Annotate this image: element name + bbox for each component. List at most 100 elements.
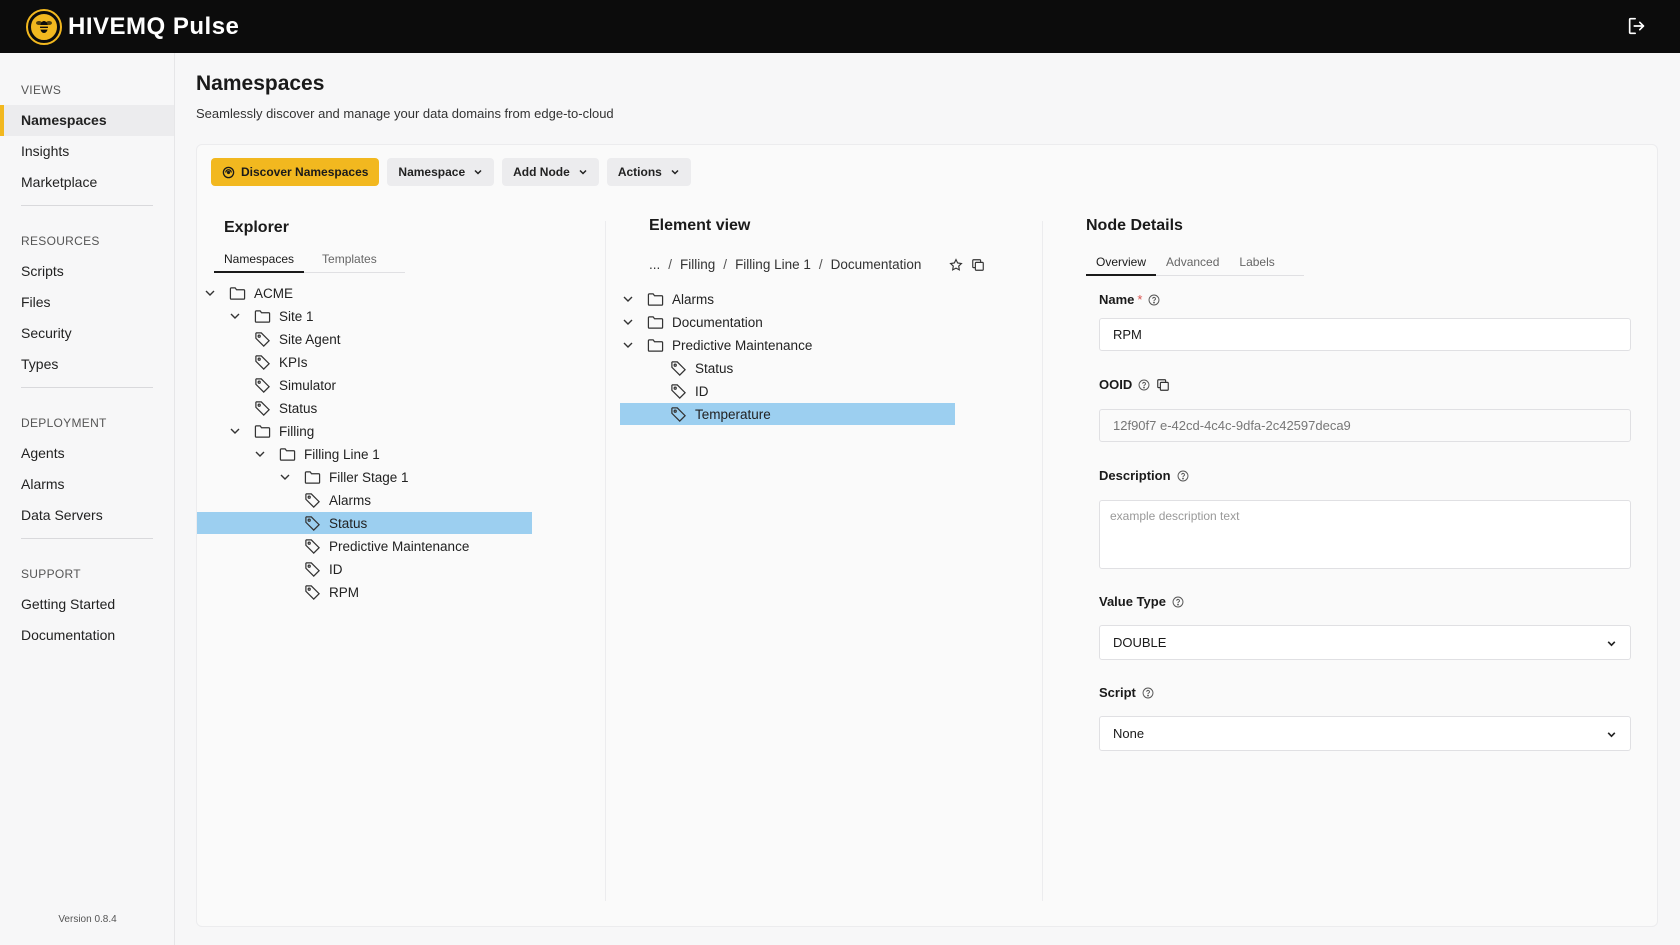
sidebar-item-files[interactable]: Files: [0, 287, 174, 318]
sidebar-section-deployment: DEPLOYMENT: [21, 416, 107, 430]
value-type-field-label: Value Type: [1099, 594, 1184, 609]
version-label: Version 0.8.4: [58, 914, 117, 925]
ooid-field-label: OOID: [1099, 377, 1170, 392]
discover-namespaces-button[interactable]: Discover Namespaces: [211, 158, 380, 186]
script-field-label: Script: [1099, 685, 1154, 700]
sidebar-item-data-servers[interactable]: Data Servers: [0, 500, 174, 531]
help-icon[interactable]: [1177, 470, 1189, 482]
element-view-title: Element view: [649, 217, 751, 234]
tab-namespaces[interactable]: Namespaces: [214, 252, 305, 273]
breadcrumb-item-filling-line-1[interactable]: Filling Line 1: [735, 257, 811, 272]
tree-row[interactable]: Simulator: [228, 374, 336, 396]
tab-labels[interactable]: Labels: [1229, 255, 1284, 275]
breadcrumb-separator: /: [723, 257, 728, 272]
script-select[interactable]: None: [1099, 716, 1631, 751]
ooid-label-text: OOID: [1099, 377, 1133, 392]
chevron-down-icon[interactable]: [621, 338, 635, 352]
tree-row[interactable]: Alarms: [278, 489, 371, 511]
tree-label: ACME: [254, 285, 294, 301]
description-textarea[interactable]: example description text: [1099, 500, 1631, 569]
tree-row[interactable]: Alarms: [621, 288, 714, 310]
chevron-down-icon[interactable]: [621, 315, 635, 329]
chevron-down-icon[interactable]: [621, 292, 635, 306]
help-icon[interactable]: [1172, 596, 1184, 608]
chevron-down-icon[interactable]: [203, 286, 217, 300]
tree-row[interactable]: Filler Stage 1: [278, 466, 409, 488]
breadcrumb-ellipsis[interactable]: ...: [649, 257, 660, 272]
script-label-text: Script: [1099, 685, 1136, 700]
star-icon[interactable]: [949, 257, 964, 272]
sidebar-item-security[interactable]: Security: [0, 318, 174, 349]
sidebar-item-types[interactable]: Types: [0, 349, 174, 380]
breadcrumb: ... / Filling / Filling Line 1 / Documen…: [649, 257, 985, 272]
help-icon[interactable]: [1138, 379, 1150, 391]
tree-row[interactable]: Status: [197, 512, 532, 534]
tree-label: Status: [695, 360, 734, 376]
discover-icon: [222, 166, 235, 178]
tree-row[interactable]: KPIs: [228, 351, 308, 373]
logout-icon[interactable]: [1626, 15, 1650, 39]
tree-row[interactable]: Temperature: [620, 403, 955, 425]
tag-icon: [305, 515, 320, 531]
folder-icon: [647, 338, 664, 352]
sidebar-section-support: SUPPORT: [21, 567, 81, 581]
chevron-down-icon: [474, 169, 482, 175]
name-input[interactable]: RPM: [1099, 318, 1631, 351]
sidebar-item-scripts[interactable]: Scripts: [0, 256, 174, 287]
chevron-down-icon[interactable]: [228, 424, 242, 438]
folder-icon: [279, 447, 296, 461]
discover-namespaces-label: Discover Namespaces: [241, 165, 369, 179]
tree-label: Alarms: [329, 492, 372, 508]
sidebar-item-insights[interactable]: Insights: [0, 136, 174, 167]
tree-row[interactable]: Site Agent: [228, 328, 341, 350]
sidebar-item-getting-started[interactable]: Getting Started: [0, 589, 174, 620]
sidebar-item-namespaces[interactable]: Namespaces: [0, 105, 174, 136]
actions-dropdown-button[interactable]: Actions: [606, 158, 691, 186]
help-icon[interactable]: [1148, 294, 1160, 306]
tree-row[interactable]: Status: [228, 397, 317, 419]
tree-label: ID: [695, 383, 709, 399]
tag-icon: [671, 383, 686, 399]
tree-label: Predictive Maintenance: [329, 538, 470, 554]
tab-advanced[interactable]: Advanced: [1156, 255, 1229, 275]
tree-label: Site Agent: [279, 331, 341, 347]
tag-icon: [255, 400, 270, 416]
help-icon[interactable]: [1142, 687, 1154, 699]
tree-label: Filling: [279, 423, 315, 439]
chevron-down-icon[interactable]: [278, 470, 292, 484]
tree-row[interactable]: RPM: [278, 581, 359, 603]
tab-templates[interactable]: Templates: [312, 252, 387, 272]
tag-icon: [671, 406, 686, 422]
tree-label: Filling Line 1: [304, 446, 380, 462]
add-node-dropdown-button[interactable]: Add Node: [502, 158, 599, 186]
chevron-down-icon[interactable]: [228, 309, 242, 323]
tree-row[interactable]: ID: [644, 380, 709, 402]
tree-label: Site 1: [279, 308, 314, 324]
sidebar-item-agents[interactable]: Agents: [0, 438, 174, 469]
tree-row[interactable]: ACME: [203, 282, 293, 304]
chevron-down-icon[interactable]: [253, 447, 267, 461]
tree-row[interactable]: Site 1: [228, 305, 314, 327]
tree-row[interactable]: Filling: [228, 420, 314, 442]
sidebar-item-marketplace[interactable]: Marketplace: [0, 167, 174, 198]
copy-icon[interactable]: [971, 258, 985, 272]
name-field-label: Name *: [1099, 292, 1160, 307]
sidebar-item-documentation[interactable]: Documentation: [0, 620, 174, 651]
breadcrumb-item-documentation[interactable]: Documentation: [831, 257, 922, 272]
tab-overview[interactable]: Overview: [1086, 255, 1157, 276]
tree-row[interactable]: Predictive Maintenance: [278, 535, 469, 557]
namespace-dropdown-label: Namespace: [398, 165, 466, 179]
value-type-select[interactable]: DOUBLE: [1099, 625, 1631, 660]
tree-row[interactable]: Documentation: [621, 311, 763, 333]
sidebar-item-alarms[interactable]: Alarms: [0, 469, 174, 500]
namespace-dropdown-button[interactable]: Namespace: [387, 158, 495, 186]
copy-icon[interactable]: [1156, 378, 1170, 392]
tree-row[interactable]: Status: [644, 357, 733, 379]
folder-icon: [254, 424, 271, 438]
tree-row[interactable]: Predictive Maintenance: [621, 334, 812, 356]
tree-label: Simulator: [279, 377, 337, 393]
tree-label: Predictive Maintenance: [672, 337, 813, 353]
breadcrumb-item-filling[interactable]: Filling: [680, 257, 715, 272]
tree-row[interactable]: ID: [278, 558, 343, 580]
tree-row[interactable]: Filling Line 1: [253, 443, 380, 465]
